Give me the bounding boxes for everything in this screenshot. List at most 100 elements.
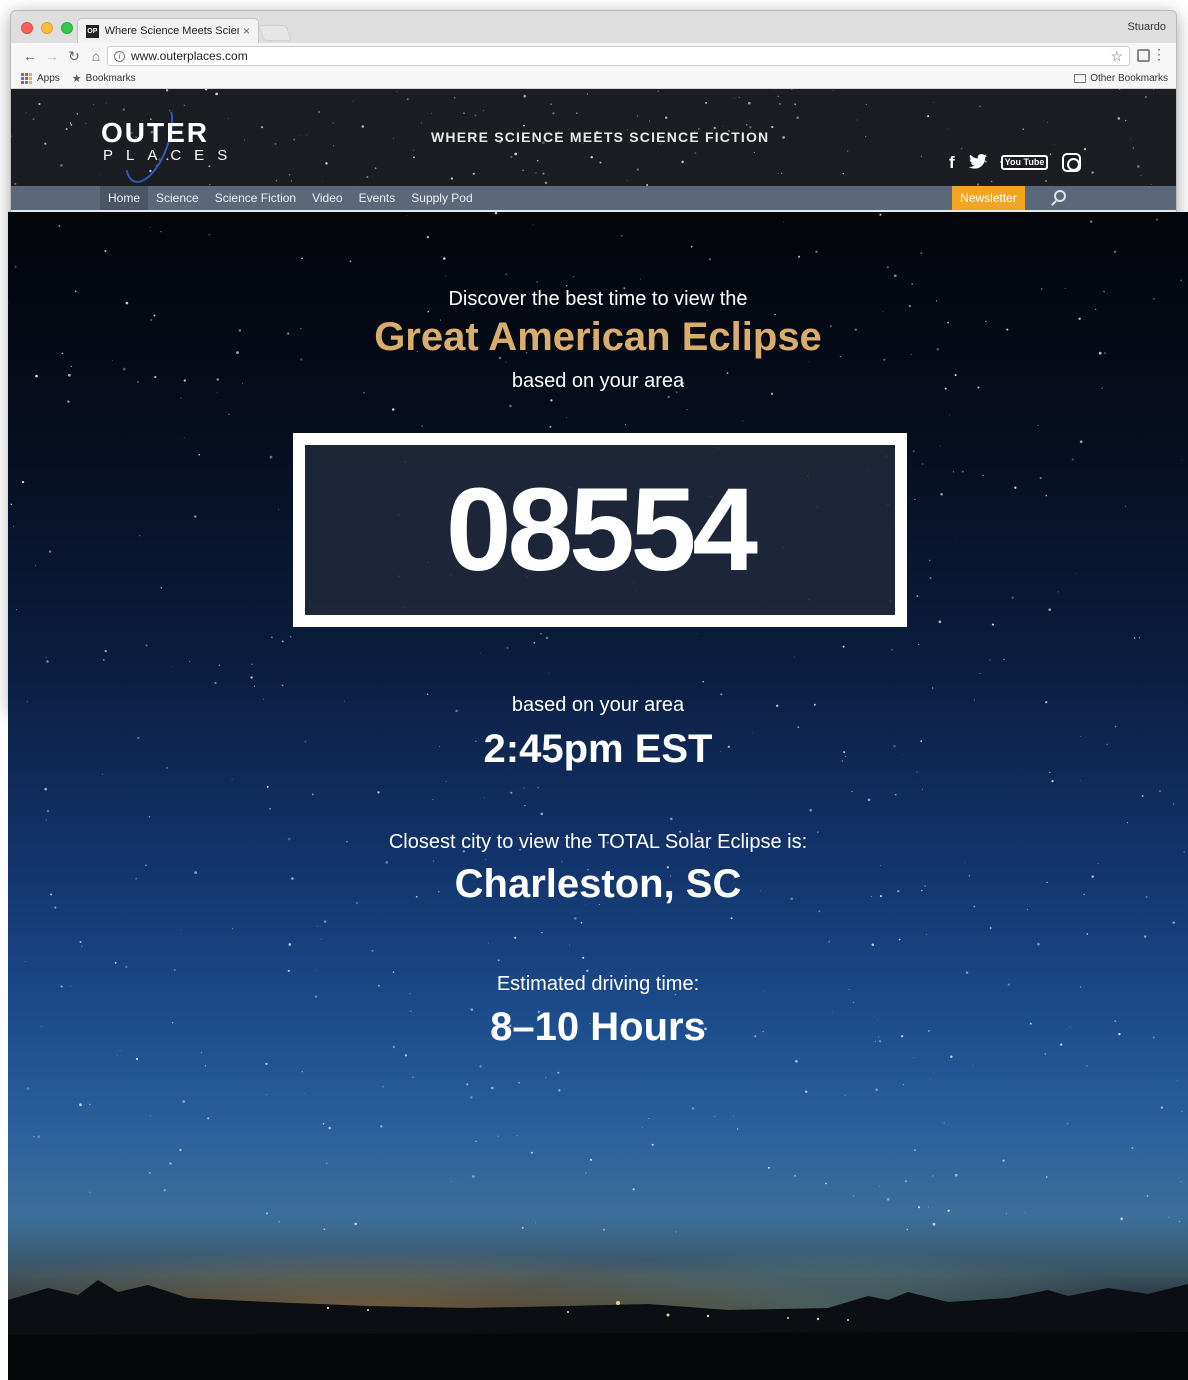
intro-subtext: based on your area xyxy=(511,370,685,392)
star xyxy=(445,781,447,783)
nav-item-video[interactable]: Video xyxy=(304,186,350,210)
facebook-icon[interactable]: f xyxy=(949,154,955,171)
star xyxy=(46,660,49,663)
star xyxy=(989,927,992,929)
star xyxy=(828,940,831,943)
home-icon[interactable]: ⌂ xyxy=(85,48,107,64)
nav-item-home[interactable]: Home xyxy=(100,186,149,210)
star xyxy=(667,395,670,399)
back-icon[interactable]: ← xyxy=(19,48,41,64)
star xyxy=(69,122,72,124)
star xyxy=(648,1118,650,1119)
star xyxy=(1144,95,1148,99)
star xyxy=(580,921,583,924)
bookmark-star-icon[interactable]: ☆ xyxy=(1110,48,1123,65)
forward-icon[interactable]: → xyxy=(41,48,63,64)
star xyxy=(894,793,897,796)
star xyxy=(558,1089,561,1092)
star xyxy=(708,258,712,261)
other-bookmarks[interactable]: Other Bookmarks xyxy=(1074,73,1168,84)
star xyxy=(586,969,589,972)
star xyxy=(208,234,210,236)
zip-code-box[interactable]: 08554 xyxy=(293,433,907,627)
star xyxy=(81,945,83,947)
star xyxy=(948,414,950,416)
star xyxy=(179,1148,182,1152)
star xyxy=(794,103,797,106)
new-tab-button[interactable] xyxy=(258,25,292,41)
close-tab-icon[interactable]: × xyxy=(243,24,250,38)
youtube-icon[interactable]: You Tube xyxy=(1000,155,1049,170)
star xyxy=(524,804,526,807)
star xyxy=(1003,658,1005,661)
star xyxy=(163,1188,167,1192)
star xyxy=(621,234,623,237)
star xyxy=(444,275,446,277)
star xyxy=(535,172,537,174)
instagram-icon[interactable] xyxy=(1062,153,1082,172)
address-bar[interactable]: i www.outerplaces.com ☆ xyxy=(107,46,1130,66)
star xyxy=(871,943,875,946)
star xyxy=(333,145,334,147)
maximize-window-button[interactable] xyxy=(61,22,73,34)
nav-item-supply-pod[interactable]: Supply Pod xyxy=(403,186,480,210)
star xyxy=(149,227,151,229)
star xyxy=(396,91,398,93)
star xyxy=(913,1057,915,1059)
nav-items: Home Science Science Fiction Video Events Sup… xyxy=(100,186,481,210)
star xyxy=(576,112,578,115)
star xyxy=(552,112,555,115)
favicon-icon: OP xyxy=(86,24,99,38)
star xyxy=(510,791,513,794)
nav-item-events[interactable]: Events xyxy=(351,186,404,210)
star xyxy=(696,633,698,634)
minimize-window-button[interactable] xyxy=(41,22,53,34)
star xyxy=(1083,147,1087,151)
star xyxy=(947,1209,950,1212)
star xyxy=(782,136,785,139)
star xyxy=(421,425,423,427)
newsletter-button[interactable]: Newsletter xyxy=(952,186,1025,210)
extension-icon[interactable] xyxy=(1137,49,1150,62)
star xyxy=(532,224,534,226)
star xyxy=(886,266,889,269)
url-text[interactable]: www.outerplaces.com xyxy=(131,49,1110,63)
profile-name[interactable]: Stuardo xyxy=(1127,21,1166,33)
star xyxy=(1091,171,1094,174)
reload-icon[interactable]: ↻ xyxy=(63,48,85,65)
star xyxy=(990,180,993,183)
star xyxy=(878,1186,880,1187)
browser-menu-icon[interactable]: ⋮ xyxy=(1152,47,1166,61)
bookmarks-link[interactable]: Bookmarks xyxy=(86,73,136,84)
star xyxy=(1146,1195,1149,1197)
star xyxy=(1117,117,1121,120)
twitter-icon[interactable] xyxy=(968,153,987,172)
close-window-button[interactable] xyxy=(21,22,33,34)
star xyxy=(10,503,13,506)
star xyxy=(943,1122,945,1124)
star xyxy=(1026,908,1028,910)
apps-link[interactable]: Apps xyxy=(37,73,60,84)
star xyxy=(291,180,293,182)
nav-item-science[interactable]: Science xyxy=(148,186,207,210)
apps-icon[interactable] xyxy=(21,73,32,84)
star xyxy=(349,260,352,263)
star xyxy=(767,1166,770,1169)
nav-item-science-fiction[interactable]: Science Fiction xyxy=(207,186,304,210)
star xyxy=(916,595,919,598)
star xyxy=(808,361,810,363)
search-icon[interactable] xyxy=(1054,190,1066,202)
star xyxy=(586,93,589,95)
star xyxy=(442,257,446,260)
star xyxy=(940,492,943,496)
site-header: OUTER PLACES WHERE SCIENCE MEETS SCIENCE… xyxy=(11,89,1176,186)
star xyxy=(26,112,28,114)
star xyxy=(795,1059,798,1063)
star xyxy=(911,283,914,286)
zip-code-value[interactable]: 08554 xyxy=(446,471,758,589)
star xyxy=(928,559,931,562)
info-icon[interactable]: i xyxy=(114,50,125,62)
site-logo[interactable]: OUTER PLACES xyxy=(101,119,240,165)
browser-tab[interactable]: OP Where Science Meets Science × xyxy=(77,18,259,43)
star xyxy=(622,1154,623,1155)
